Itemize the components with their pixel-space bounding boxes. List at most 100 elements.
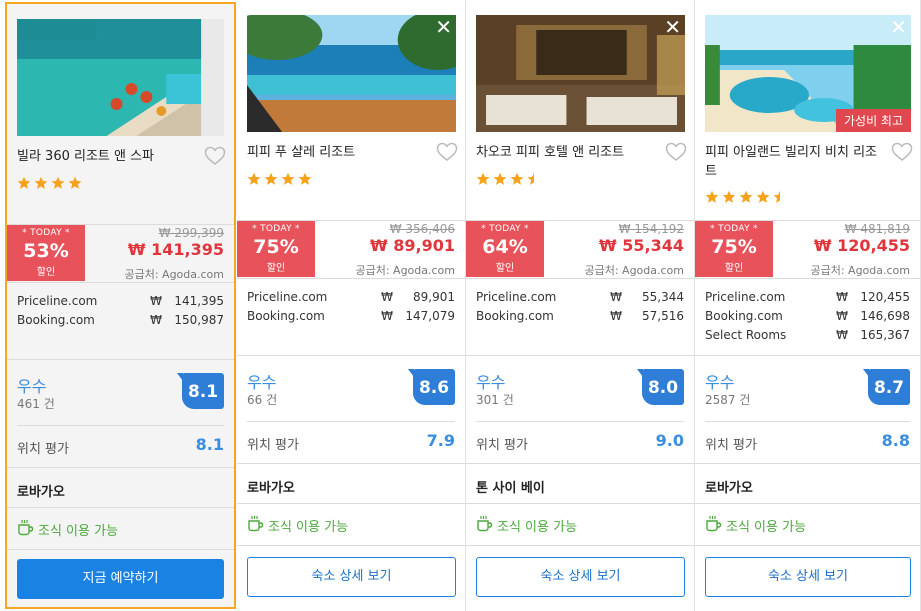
price-value: 165,367 [860,328,910,342]
hotel-name[interactable]: 피피 푸 샬레 리조트 [247,143,422,162]
discount-percent: 75% [711,236,757,258]
divider [695,463,920,464]
price-compare-row[interactable]: Booking.com ₩ 147,079 [247,309,455,328]
divider [237,545,465,546]
view-details-button[interactable]: 숙소 상세 보기 [476,557,685,597]
breakfast-label: 조식 이용 가능 [726,520,807,535]
divider [7,359,234,360]
hotel-name[interactable]: 빌라 360 리조트 앤 스파 [17,147,192,166]
breakfast-info: 조식 이용 가능 [476,515,577,536]
currency-symbol: ₩ [610,290,622,304]
divider [705,421,910,422]
close-icon[interactable]: ✕ [890,17,907,37]
location-score: 8.1 [195,435,224,454]
discount-percent: 75% [253,236,299,258]
price-value: 150,987 [174,313,224,327]
location-score: 7.9 [426,431,455,450]
price-compare-row[interactable]: Priceline.com ₩ 55,344 [476,290,684,309]
view-details-button[interactable]: 숙소 상세 보기 [705,557,911,597]
divider [695,545,920,546]
price-value: 57,516 [642,309,684,323]
heart-outline-icon[interactable] [665,142,687,162]
price-site: Booking.com [705,309,783,323]
price-compare-row[interactable]: Priceline.com ₩ 141,395 [17,294,224,313]
original-price: ₩ 481,819 [844,222,910,236]
supplier: 공급처: Agoda.com [355,264,455,277]
original-price: ₩ 356,406 [389,222,455,236]
price-compare-row[interactable]: Booking.com ₩ 146,698 [705,309,910,328]
price-compare-row[interactable]: Priceline.com ₩ 89,901 [247,290,455,309]
currency-symbol: ₩ [836,309,848,323]
location-score: 8.8 [881,431,910,450]
discount-percent: 64% [482,236,528,258]
hotel-name[interactable]: 피피 아일랜드 빌리지 비치 리조트 [705,143,880,181]
today-discount-badge: * TODAY * 64% 할인 [466,221,544,277]
view-details-button[interactable]: 숙소 상세 보기 [247,557,456,597]
half-star-icon [527,172,534,185]
divider [237,278,465,279]
hotel-compare-list: 빌라 360 리조트 앤 스파 * TODAY * 53% 할인 ₩ 299,3… [0,0,921,611]
original-price: ₩ 299,399 [158,226,224,240]
today-label: * TODAY * [481,224,529,234]
divider [466,463,694,464]
divider [466,278,694,279]
divider [237,463,465,464]
divider [237,503,465,504]
review-count[interactable]: 461 건 [17,395,55,412]
review-count[interactable]: 2587 건 [705,391,750,408]
close-icon[interactable]: ✕ [435,17,452,37]
hotel-card[interactable]: ✕ 차오코 피피 호텔 앤 리조트 * TODAY * 64% 할인 ₩ 154… [466,0,695,611]
today-discount-badge: * TODAY * 53% 할인 [7,225,85,281]
location-label: 위치 평가 [476,438,528,453]
today-label: * TODAY * [252,224,300,234]
coffee-cup-icon [17,519,34,540]
review-score-badge: 8.6 [408,369,455,405]
currency-symbol: ₩ [836,290,848,304]
divider [476,421,684,422]
discount-label: 할인 [36,267,56,278]
area-name: 로바가오 [247,481,295,496]
star-icon [722,190,736,203]
heart-outline-icon[interactable] [891,142,913,162]
price-site: Priceline.com [247,290,328,304]
location-label: 위치 평가 [17,442,69,457]
hotel-card[interactable]: ✕ 피피 푸 샬레 리조트 * TODAY * 75% 할인 ₩ 356,406… [237,0,466,611]
hotel-card[interactable]: ✕ 가성비 최고 피피 아일랜드 빌리지 비치 리조트 * TODAY * 75… [695,0,921,611]
price-site: Booking.com [17,313,95,327]
currency-symbol: ₩ [150,294,162,308]
review-count[interactable]: 66 건 [247,391,277,408]
supplier: 공급처: Agoda.com [124,268,224,281]
review-score-badge: 8.7 [863,369,910,405]
heart-outline-icon[interactable] [436,142,458,162]
divider [695,355,920,356]
supplier: 공급처: Agoda.com [584,264,684,277]
hotel-photo[interactable]: ✕ [247,15,456,132]
close-icon[interactable]: ✕ [664,17,681,37]
star-icon [264,172,278,185]
divider [695,503,920,504]
star-icon [510,172,524,185]
price-site: Booking.com [247,309,325,323]
book-now-button[interactable]: 지금 예약하기 [17,559,224,599]
price-compare-row[interactable]: Priceline.com ₩ 120,455 [705,290,910,309]
hotel-photo[interactable]: ✕ 가성비 최고 [705,15,911,132]
price-compare-row[interactable]: Select Rooms ₩ 165,367 [705,328,910,347]
price-compare-row[interactable]: Booking.com ₩ 150,987 [17,313,224,332]
rating-word: 우수 [247,373,277,392]
hotel-name[interactable]: 차오코 피피 호텔 앤 리조트 [476,143,651,162]
star-icon [17,176,31,189]
review-count[interactable]: 301 건 [476,391,514,408]
area-name: 톤 사이 베이 [476,481,545,496]
price-site: Booking.com [476,309,554,323]
hotel-photo[interactable]: ✕ [476,15,685,132]
currency-symbol: ₩ [836,328,848,342]
price-compare-row[interactable]: Booking.com ₩ 57,516 [476,309,684,328]
hotel-photo[interactable] [17,19,224,136]
price-value: 141,395 [174,294,224,308]
rating-word: 우수 [705,373,735,392]
heart-outline-icon[interactable] [204,146,226,166]
today-label: * TODAY * [22,228,70,238]
rating-word: 우수 [476,373,506,392]
location-label: 위치 평가 [247,438,299,453]
hotel-card[interactable]: 빌라 360 리조트 앤 스파 * TODAY * 53% 할인 ₩ 299,3… [5,2,236,609]
